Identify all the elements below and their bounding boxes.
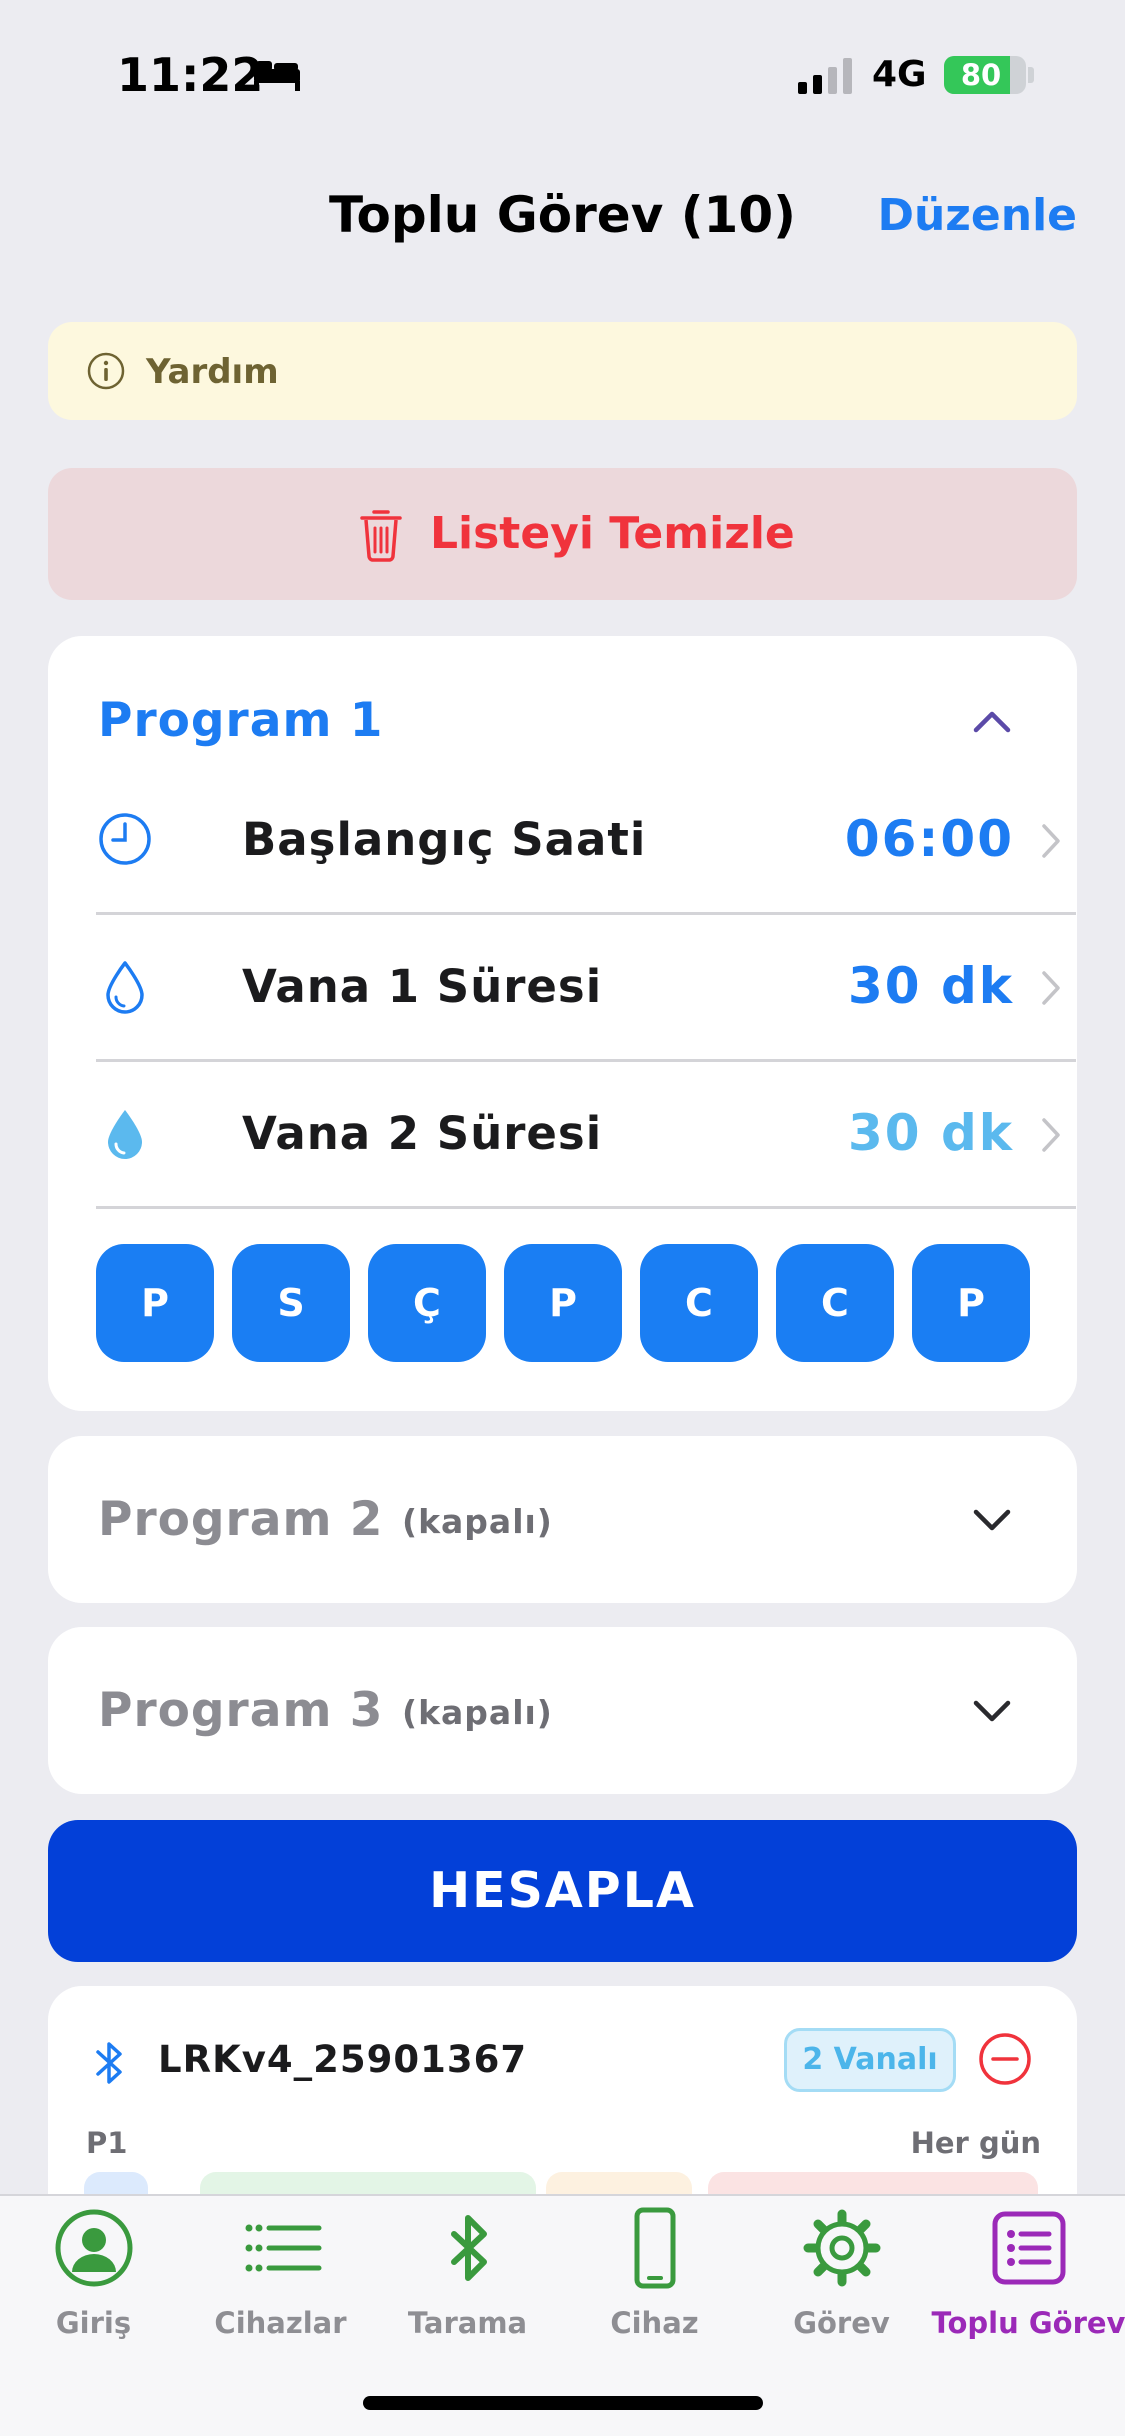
- tab-label: Cihazlar: [214, 2306, 347, 2340]
- program-1-title[interactable]: Program 1: [98, 693, 384, 748]
- valve-2-value: 30 dk: [847, 1104, 1014, 1162]
- tab-gorev[interactable]: Görev: [748, 2196, 935, 2376]
- weekday-selector: P S Ç P C C P: [96, 1244, 1076, 1362]
- chevron-right-icon: [1042, 1118, 1060, 1152]
- program-1-card: Program 1 Başlangıç Saati 06:00 Vana 1 S…: [48, 636, 1077, 1411]
- bluetooth-icon: [96, 2042, 122, 2084]
- valve-1-label: Vana 1 Süresi: [242, 960, 603, 1013]
- drop-outline-icon: [106, 961, 144, 1014]
- cellular-signal-icon: [798, 58, 852, 94]
- day-button-monday[interactable]: P: [96, 1244, 214, 1362]
- day-button-sunday[interactable]: P: [912, 1244, 1030, 1362]
- row-divider: [96, 1206, 1076, 1209]
- valve-2-label: Vana 2 Süresi: [242, 1107, 603, 1160]
- trash-icon: [360, 510, 402, 562]
- tab-giris[interactable]: Giriş: [0, 2196, 187, 2376]
- chevron-down-icon[interactable]: [972, 1699, 1012, 1725]
- tab-label: Toplu Görev: [931, 2306, 1125, 2340]
- info-icon: [87, 352, 125, 390]
- valve-1-duration-row[interactable]: Vana 1 Süresi 30 dk: [96, 915, 1076, 1061]
- help-label: Yardım: [146, 352, 279, 392]
- chevron-right-icon: [1042, 971, 1060, 1005]
- valve-2-duration-row[interactable]: Vana 2 Süresi 30 dk: [96, 1062, 1076, 1208]
- program-3-card[interactable]: Program 3 (kapalı): [48, 1627, 1077, 1794]
- program-3-title: Program 3: [98, 1683, 384, 1738]
- network-type: 4G: [872, 54, 927, 95]
- program-2-status: (kapalı): [402, 1502, 553, 1541]
- drop-filled-icon: [108, 1110, 142, 1159]
- tab-cihazlar[interactable]: Cihazlar: [187, 2196, 374, 2376]
- day-button-friday[interactable]: C: [640, 1244, 758, 1362]
- tab-cihaz[interactable]: Cihaz: [561, 2196, 748, 2376]
- start-time-value: 06:00: [844, 810, 1014, 868]
- program-label: P1: [86, 2126, 128, 2160]
- program-2-title: Program 2: [98, 1492, 384, 1547]
- valve-1-value: 30 dk: [847, 957, 1014, 1015]
- battery-cap: [1028, 67, 1034, 83]
- tab-tarama[interactable]: Tarama: [374, 2196, 561, 2376]
- device-name: LRKv4_25901367: [158, 2038, 528, 2081]
- start-time-row[interactable]: Başlangıç Saati 06:00: [96, 768, 1076, 914]
- person-circle-icon: [55, 2209, 132, 2287]
- start-time-label: Başlangıç Saati: [242, 813, 647, 866]
- gear-icon: [803, 2209, 880, 2287]
- bed-icon: [254, 61, 300, 91]
- clear-list-button[interactable]: Listeyi Temizle: [48, 468, 1077, 600]
- bluetooth-icon: [450, 2215, 487, 2281]
- remove-circle-icon[interactable]: [978, 2032, 1032, 2086]
- home-indicator: [363, 2396, 763, 2410]
- program-3-status: (kapalı): [402, 1693, 553, 1732]
- tab-label: Cihaz: [610, 2306, 699, 2340]
- chevron-up-icon[interactable]: [972, 708, 1012, 734]
- day-button-thursday[interactable]: P: [504, 1244, 622, 1362]
- day-button-saturday[interactable]: C: [776, 1244, 894, 1362]
- schedule-label: Her gün: [910, 2126, 1041, 2160]
- tab-label: Tarama: [407, 2306, 528, 2340]
- program-2-card[interactable]: Program 2 (kapalı): [48, 1436, 1077, 1603]
- day-button-tuesday[interactable]: S: [232, 1244, 350, 1362]
- list-icon: [245, 2224, 321, 2272]
- chevron-down-icon[interactable]: [972, 1508, 1012, 1534]
- tab-toplu-gorev[interactable]: Toplu Görev: [932, 2196, 1125, 2376]
- chevron-right-icon: [1042, 824, 1060, 858]
- tab-label: Giriş: [55, 2306, 132, 2340]
- clock-icon: [99, 813, 151, 865]
- edit-button[interactable]: Düzenle: [877, 190, 1077, 241]
- tab-label: Görev: [793, 2306, 890, 2340]
- battery-icon: 80: [944, 56, 1026, 94]
- status-bar: 11:22 4G 80: [0, 0, 1125, 150]
- calculate-button[interactable]: HESAPLA: [48, 1820, 1077, 1962]
- clear-list-label: Listeyi Temizle: [430, 508, 795, 559]
- task-list-icon: [992, 2211, 1065, 2285]
- status-time: 11:22: [117, 48, 264, 102]
- valve-count-badge: 2 Vanalı: [784, 2028, 956, 2092]
- help-banner[interactable]: Yardım: [48, 322, 1077, 420]
- day-button-wednesday[interactable]: Ç: [368, 1244, 486, 1362]
- battery-percent: 80: [960, 58, 1002, 92]
- phone-icon: [634, 2207, 675, 2289]
